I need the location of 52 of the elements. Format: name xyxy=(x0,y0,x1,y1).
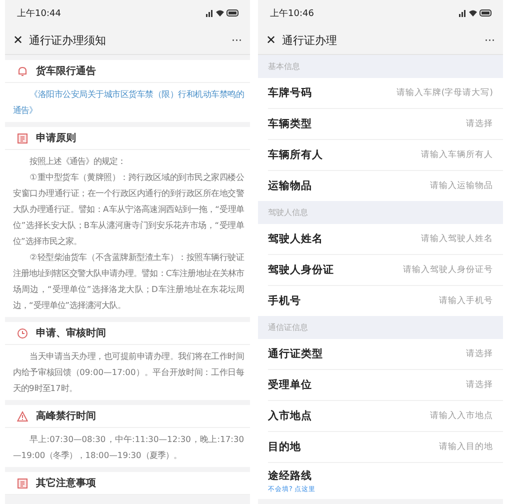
page-title: 通行证办理须知 xyxy=(29,32,108,48)
field-label: 目的地 xyxy=(268,440,301,454)
more-button[interactable]: ··· xyxy=(232,34,242,46)
field-label: 通行证类型 xyxy=(268,347,323,361)
group-title: 基本信息 xyxy=(268,61,300,72)
status-icons xyxy=(459,9,493,17)
input-field[interactable]: 请输入车辆所有人 xyxy=(363,150,493,160)
status-icons xyxy=(206,9,240,17)
paragraph: 早上:07:30—08:30，中午:11:30—12:30，晚上:17:30—19:00（冬季），18:00—19:30（夏季）。 xyxy=(13,433,244,462)
group-title: 通信证信息 xyxy=(268,322,308,333)
field-label: 驾驶人身份证 xyxy=(268,263,334,277)
more-button[interactable]: ··· xyxy=(484,34,495,46)
bell-icon xyxy=(17,66,28,76)
input-field[interactable]: 请输入手机号 xyxy=(363,296,493,306)
input-field[interactable]: 请输入运输物品 xyxy=(363,181,493,191)
paragraph: ①重中型货车（黄牌照）：跨行政区域的到市民之家四楼公安窗口办理通行证；在一个行政区内通行的到行政区所在地交警大队办理通行证。譬如：A车从宁洛高速洞西站到一拖，“受理单位”选择长安大队；B车从瀍河唐寺门到安乐花卉市场，“受理单位”选择市民之家。 xyxy=(13,171,244,248)
document-icon xyxy=(17,478,28,488)
field-label: 车牌号码 xyxy=(268,86,312,100)
section-title: 货车限行通告 xyxy=(36,64,96,78)
section-title: 高峰禁行时间 xyxy=(36,409,96,423)
page-title: 通行证办理 xyxy=(282,32,338,48)
paragraph: 当天申请当天办理，也可提前申请办理。我们将在工作时间内给予审核回馈（09:00—17:00）。平台开放时间：工作日每天的9时至17时。 xyxy=(13,350,244,395)
field-label: 入市地点 xyxy=(268,409,312,423)
field-label: 驾驶人姓名 xyxy=(268,232,323,246)
field-label: 受理单位 xyxy=(268,378,312,392)
input-field[interactable]: 请输入驾驶人姓名 xyxy=(363,234,493,244)
input-field[interactable]: 请输入目的地 xyxy=(363,442,493,452)
field-label: 手机号 xyxy=(268,294,301,308)
input-field[interactable]: 请输入入市地点 xyxy=(363,411,493,421)
select-field[interactable]: 请选择 xyxy=(466,379,493,391)
section-title: 申请、审核时间 xyxy=(36,326,106,340)
field-label: 途经路线 xyxy=(268,468,313,482)
clock-icon xyxy=(17,328,28,338)
select-field[interactable]: 请选择 xyxy=(466,348,493,360)
close-button[interactable]: ✕ xyxy=(266,33,276,47)
status-time: 上午10:46 xyxy=(270,8,314,20)
paragraph: 按照上述《通告》的规定： xyxy=(28,155,127,168)
close-button[interactable]: ✕ xyxy=(13,33,24,47)
document-icon xyxy=(17,132,28,144)
status-time: 上午10:44 xyxy=(17,8,61,20)
select-field[interactable]: 请选择 xyxy=(466,118,493,130)
notice-link[interactable]: 《洛阳市公安局关于城市区货车禁（限）行和机动车禁鸣的通告》 xyxy=(13,86,244,118)
warning-icon xyxy=(17,410,28,422)
group-title: 驾驶人信息 xyxy=(268,207,308,218)
field-label: 车辆类型 xyxy=(268,117,312,131)
field-label: 车辆所有人 xyxy=(268,148,323,162)
section-title: 申请原则 xyxy=(36,132,76,145)
paragraph: ②轻型柴油货车（不含蓝牌新型渣土车）：按照车辆行驶证注册地址到辖区交警大队申请办理。譬如：C车注册地址在关林市场周边，“受理单位”选择洛龙大队；D车注册地址在东花坛周边，“受理单位”选择瀍河大队。 xyxy=(13,251,244,312)
field-label: 运输物品 xyxy=(268,179,312,193)
input-field[interactable]: 请输入车牌(字母请大写) xyxy=(363,88,493,98)
input-field[interactable]: 请输入驾驶人身份证号 xyxy=(363,265,493,275)
section-title: 其它注意事项 xyxy=(36,476,96,490)
